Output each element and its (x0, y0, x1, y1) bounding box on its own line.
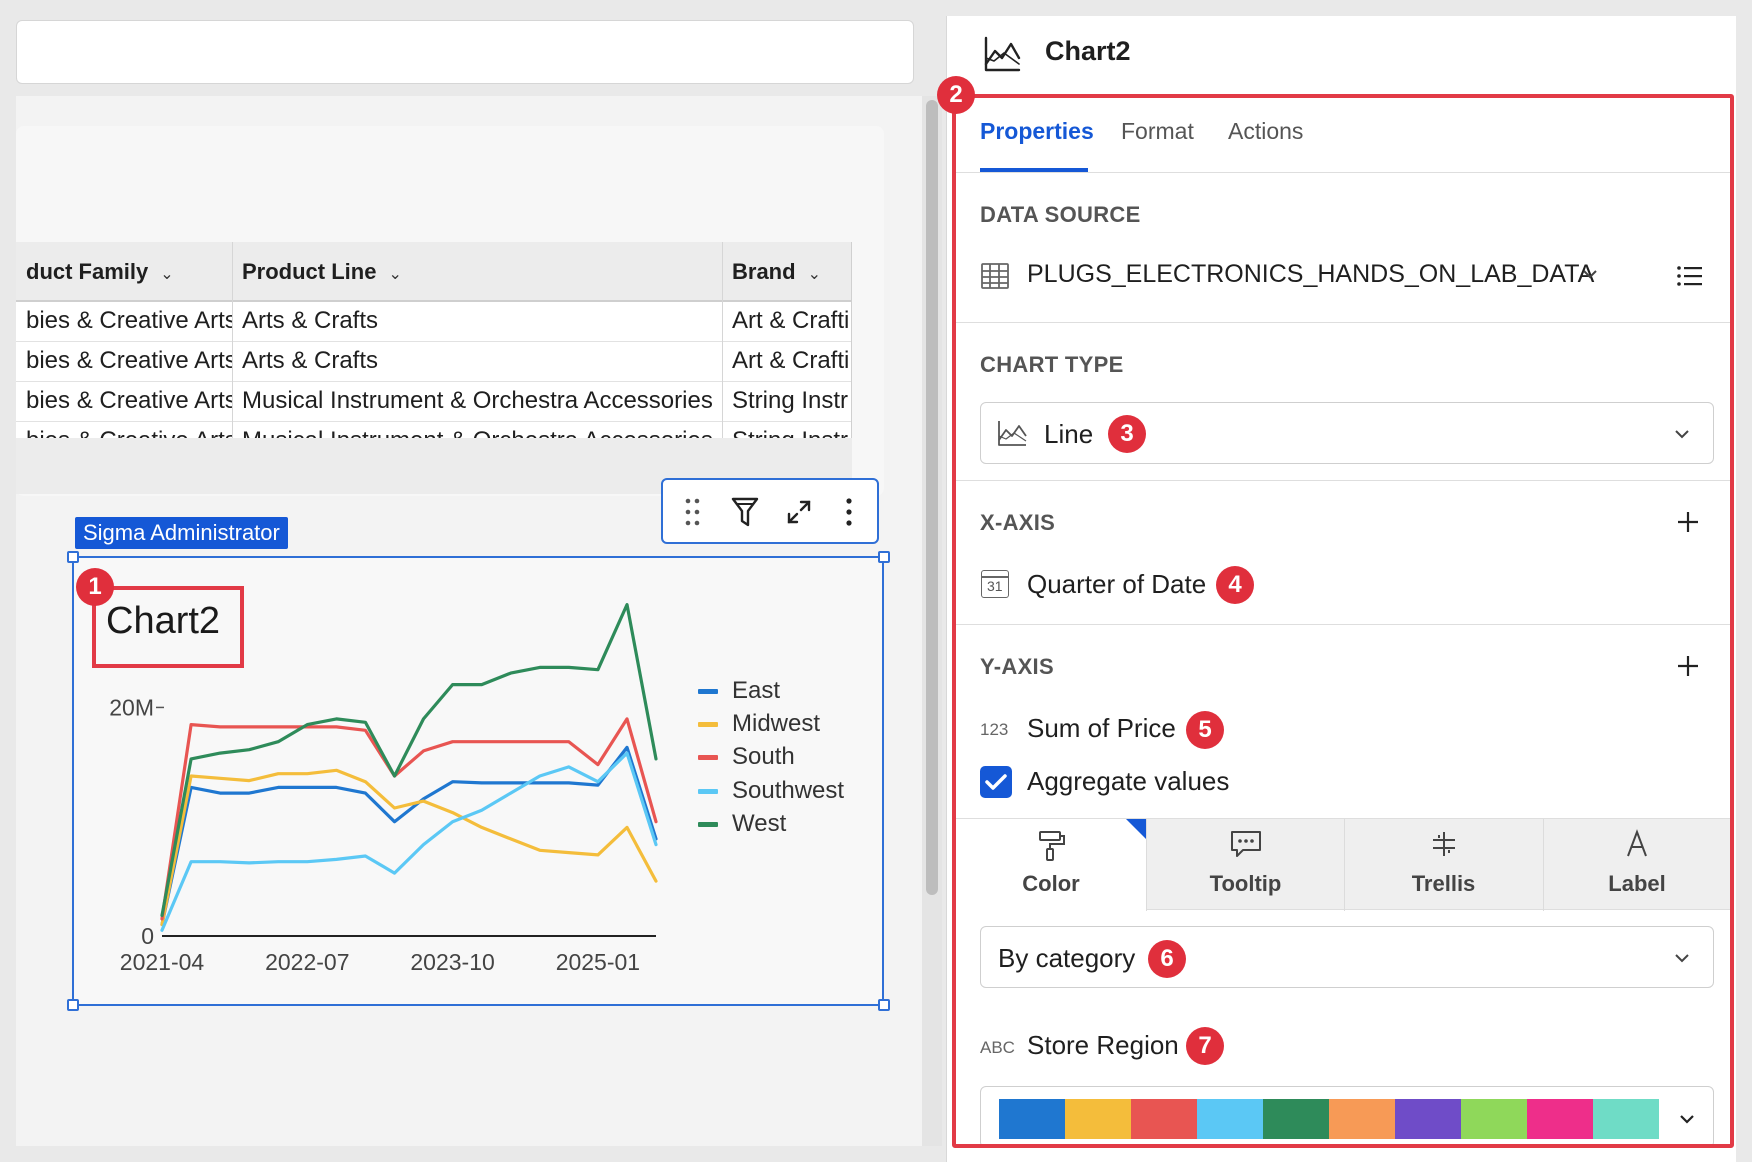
section-title-chart-type: CHART TYPE (980, 352, 1124, 377)
x-tick-label: 2023-10 (410, 949, 494, 975)
subtab-tooltip[interactable]: Tooltip (1146, 819, 1344, 911)
y-tick-label: 20M (109, 694, 154, 720)
workbook-canvas: duct Family ⌄ Product Line ⌄ Brand ⌄ bies &… (0, 0, 948, 1162)
annotation-badge-6: 6 (1148, 940, 1186, 978)
palette-swatch (1527, 1099, 1593, 1139)
aggregate-values-label[interactable]: Aggregate values (1027, 766, 1229, 797)
palette-swatch (1197, 1099, 1263, 1139)
text-a-icon (1544, 829, 1730, 859)
legend-label: Midwest (732, 710, 821, 737)
subtab-trellis[interactable]: Trellis (1344, 819, 1542, 911)
legend-swatch (698, 689, 718, 694)
selected-corner-marker (1126, 819, 1146, 839)
x-axis-field[interactable]: Quarter of Date (1027, 569, 1206, 600)
annotation-badge-3: 3 (1108, 415, 1146, 453)
chevron-down-icon[interactable] (1582, 268, 1598, 280)
x-tick-label: 2025-01 (556, 949, 640, 975)
tab-actions[interactable]: Actions (1228, 118, 1303, 145)
palette-swatch (999, 1099, 1065, 1139)
y-tick-label: 0 (141, 923, 154, 949)
annotation-badge-7: 7 (1186, 1027, 1224, 1065)
legend-label: Southwest (732, 777, 845, 804)
line-chart-icon (984, 36, 1021, 72)
tooltip-icon (1147, 829, 1344, 859)
x-tick-label: 2022-07 (265, 949, 349, 975)
add-x-axis-icon[interactable] (1676, 510, 1700, 534)
checkmark-icon (985, 774, 1007, 790)
legend-label: East (732, 677, 781, 704)
trellis-icon (1345, 829, 1542, 859)
number-type-icon: 123 (980, 720, 1009, 739)
tab-properties[interactable]: Properties (980, 118, 1094, 145)
chart-type-value: Line (1044, 419, 1094, 449)
panel-title: Chart2 (1045, 36, 1131, 66)
legend-label: West (732, 810, 787, 837)
data-source-name[interactable]: PLUGS_ELECTRONICS_HANDS_ON_LAB_DATA (1027, 260, 1594, 289)
y-axis-field[interactable]: Sum of Price (1027, 713, 1176, 744)
divider (956, 624, 1730, 625)
color-palette-select[interactable] (980, 1086, 1714, 1148)
tab-format[interactable]: Format (1121, 118, 1194, 145)
section-title-data-source: DATA SOURCE (980, 202, 1141, 227)
chevron-down-icon[interactable] (1674, 952, 1690, 964)
subtab-label: Color (1022, 871, 1080, 896)
aggregate-values-checkbox[interactable] (980, 766, 1012, 798)
palette-swatch (1329, 1099, 1395, 1139)
legend-swatch (698, 722, 718, 727)
x-tick-label: 2021-04 (120, 949, 205, 975)
palette-swatch (1065, 1099, 1131, 1139)
palette-swatch (1593, 1099, 1659, 1139)
format-subtabs: Color Tooltip Trellis Label (956, 818, 1730, 911)
legend-swatch (698, 822, 718, 827)
subtab-label[interactable]: Label (1543, 819, 1730, 911)
subtab-label: Tooltip (1209, 871, 1282, 896)
divider (956, 480, 1730, 481)
color-field[interactable]: Store Region (1027, 1030, 1179, 1061)
palette-swatch (1263, 1099, 1329, 1139)
calendar-icon: 31 (981, 570, 1009, 598)
calendar-icon-text: 31 (987, 578, 1003, 594)
subtab-color[interactable]: Color (956, 819, 1146, 911)
annotation-badge-4: 4 (1216, 566, 1254, 604)
annotation-badge-5: 5 (1186, 711, 1224, 749)
list-icon[interactable] (1676, 264, 1704, 288)
palette-swatch (1395, 1099, 1461, 1139)
annotation-badge-2: 2 (937, 76, 975, 114)
palette-swatch (1131, 1099, 1197, 1139)
paint-roller-icon (956, 829, 1146, 863)
palette-swatch (1461, 1099, 1527, 1139)
line-chart-icon (998, 421, 1027, 446)
add-y-axis-icon[interactable] (1676, 654, 1700, 678)
legend-label: South (732, 743, 795, 770)
series-line-west (160, 602, 658, 918)
chevron-down-icon[interactable] (1674, 428, 1690, 440)
color-mode-value: By category (998, 943, 1136, 973)
chevron-down-icon[interactable] (1679, 1113, 1695, 1125)
table-icon (981, 263, 1009, 289)
text-type-icon: ABC (980, 1038, 1015, 1057)
subtab-label: Label (1608, 871, 1666, 896)
divider (956, 172, 1730, 173)
legend-swatch (698, 755, 718, 760)
section-title-y-axis: Y-AXIS (980, 654, 1054, 679)
divider (956, 322, 1730, 323)
section-title-x-axis: X-AXIS (980, 510, 1056, 535)
legend-swatch (698, 789, 718, 794)
annotation-badge-1: 1 (76, 568, 114, 606)
line-chart: 0 20M 2021-04 2022-07 2023-10 2025-01 (109, 602, 658, 975)
subtab-label: Trellis (1411, 871, 1476, 896)
